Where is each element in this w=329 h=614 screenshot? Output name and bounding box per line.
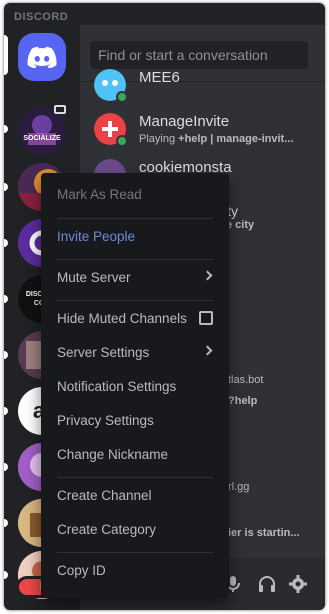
- dm-activity: Playing +help | manage-invit...: [139, 133, 293, 145]
- headphones-icon[interactable]: [257, 574, 277, 594]
- dm-activity-fragment: e city: [226, 219, 255, 231]
- menu-item-mark-as-read[interactable]: Mark As Read: [49, 179, 221, 211]
- unread-indicator: [4, 519, 8, 527]
- menu-item-mute-server[interactable]: Mute Server: [49, 262, 221, 294]
- menu-item-label: Mark As Read: [57, 187, 142, 202]
- menu-item-label: Create Category: [57, 522, 157, 537]
- menu-item-label: Create Channel: [57, 488, 152, 503]
- menu-item-change-nickname[interactable]: Change Nickname: [49, 439, 221, 471]
- home-button[interactable]: [18, 33, 66, 81]
- dm-activity-fragment: rl.gg: [228, 481, 250, 493]
- menu-item-privacy-settings[interactable]: Privacy Settings: [49, 405, 221, 437]
- menu-item-server-settings[interactable]: Server Settings: [49, 337, 221, 369]
- unread-indicator: [4, 407, 8, 415]
- dm-name: ManageInvite: [139, 113, 230, 130]
- menu-separator: [57, 300, 213, 301]
- unread-indicator: [4, 125, 8, 133]
- menu-item-invite-people[interactable]: Invite People: [49, 221, 221, 253]
- menu-item-label: Hide Muted Channels: [57, 311, 187, 326]
- dm-activity-fragment: ?help: [228, 395, 258, 407]
- selected-indicator: [4, 35, 8, 75]
- menu-separator: [57, 477, 213, 478]
- dm-activity-fragment: ier is startin...: [228, 527, 300, 539]
- menu-item-label: Notification Settings: [57, 379, 177, 394]
- menu-item-label: Invite People: [57, 229, 136, 244]
- unread-indicator: [4, 351, 8, 359]
- dm-activity-fragment: tlas.bot: [228, 374, 264, 386]
- gear-icon[interactable]: [288, 574, 308, 594]
- chevron-right-icon: [202, 270, 213, 281]
- unread-indicator: [4, 463, 8, 471]
- menu-separator: [57, 552, 213, 553]
- activity-prefix: Playing: [139, 133, 179, 145]
- menu-item-label: Server Settings: [57, 345, 150, 360]
- discord-window: DISCORD SOCIALIZE Find or start a conver…: [4, 3, 325, 610]
- unread-indicator: [4, 295, 8, 303]
- online-status-icon: [116, 91, 128, 103]
- app-title: DISCORD: [14, 11, 69, 23]
- dm-item-manageinvite[interactable]: ManageInvite Playing +help | manage-invi…: [94, 109, 319, 153]
- menu-item-copy-id[interactable]: Copy ID: [49, 555, 221, 587]
- menu-item-create-category[interactable]: Create Category: [49, 514, 221, 546]
- server-context-menu: Mark As Read Invite People Mute Server H…: [41, 173, 229, 598]
- guild-socialize[interactable]: SOCIALIZE: [18, 107, 66, 155]
- dm-item-mee6[interactable]: MEE6: [94, 65, 319, 109]
- menu-separator: [57, 218, 213, 219]
- menu-separator: [57, 259, 213, 260]
- unread-indicator: [4, 183, 8, 191]
- menu-item-label: Privacy Settings: [57, 413, 154, 428]
- menu-item-create-channel[interactable]: Create Channel: [49, 480, 221, 512]
- guild-label: SOCIALIZE: [23, 135, 61, 142]
- activity-text: +help | manage-invit...: [178, 133, 294, 145]
- menu-item-label: Copy ID: [57, 563, 106, 578]
- unread-indicator: [4, 239, 8, 247]
- chevron-right-icon: [202, 345, 213, 356]
- online-status-icon: [116, 135, 128, 147]
- checkbox-icon[interactable]: [199, 311, 213, 325]
- unread-indicator: [4, 571, 8, 579]
- menu-item-label: Change Nickname: [57, 447, 169, 462]
- menu-item-hide-muted-channels[interactable]: Hide Muted Channels: [49, 303, 221, 335]
- guild-icon: [18, 107, 66, 155]
- discord-logo-icon: [27, 46, 57, 68]
- dm-name: MEE6: [139, 69, 180, 86]
- menu-item-notification-settings[interactable]: Notification Settings: [49, 371, 221, 403]
- menu-item-label: Mute Server: [57, 270, 131, 285]
- speaker-icon: [54, 105, 66, 114]
